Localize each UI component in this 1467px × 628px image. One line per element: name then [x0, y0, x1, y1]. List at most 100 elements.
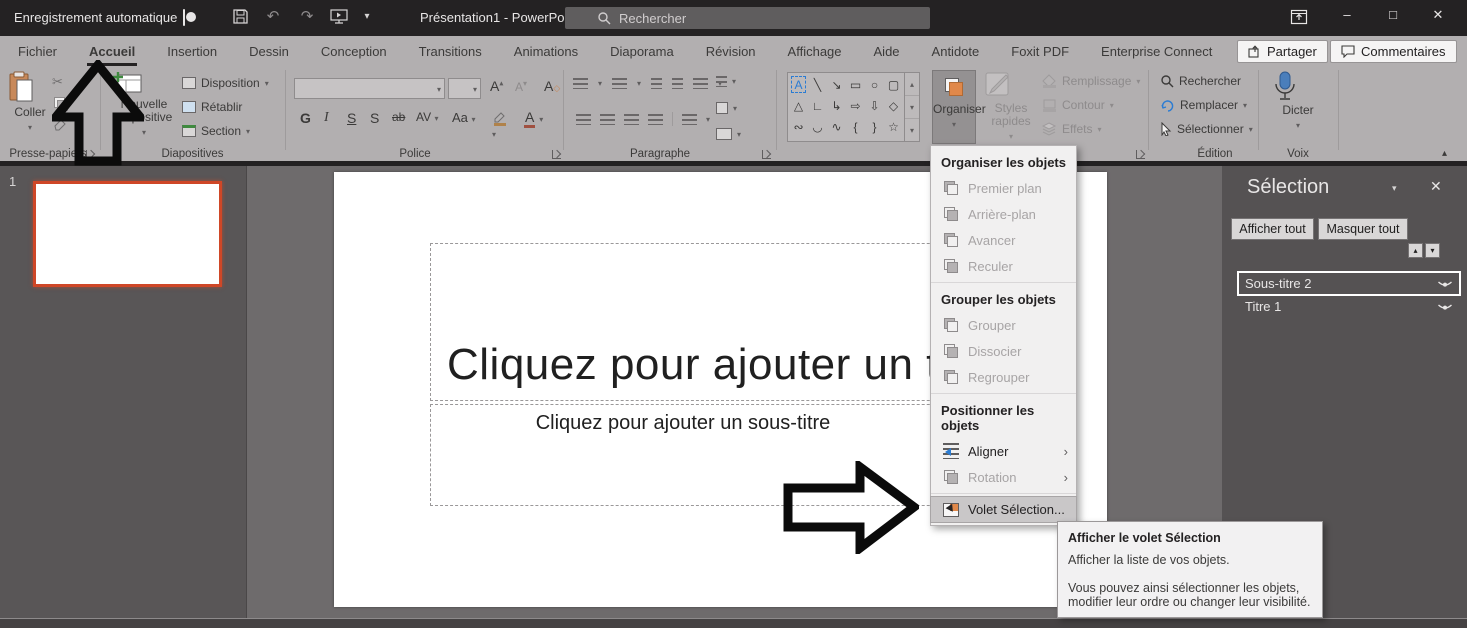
- scribble-shape[interactable]: ∾: [789, 116, 808, 137]
- drawing-dialog-launcher-icon[interactable]: [1136, 150, 1145, 159]
- tab-antidote[interactable]: Antidote: [916, 39, 996, 64]
- maximize-button[interactable]: □: [1383, 7, 1403, 22]
- menu-item-ungroup[interactable]: Dissocier: [931, 338, 1076, 364]
- line-shape[interactable]: ╲: [808, 74, 827, 95]
- tab-transitions[interactable]: Transitions: [403, 39, 498, 64]
- text-box-shape[interactable]: A: [789, 74, 808, 95]
- tab-animations[interactable]: Animations: [498, 39, 594, 64]
- arrange-button[interactable]: Organiser ▾: [932, 70, 976, 144]
- menu-item-align[interactable]: Aligner›: [931, 438, 1076, 464]
- ribbon-display-options-icon[interactable]: [1290, 8, 1308, 26]
- menu-item-bring-forward[interactable]: Avancer: [931, 227, 1076, 253]
- tab-foxit-pdf[interactable]: Foxit PDF: [995, 39, 1085, 64]
- quick-styles-button[interactable]: Styles rapides ▾: [984, 71, 1038, 142]
- tab-diaporama[interactable]: Diaporama: [594, 39, 690, 64]
- curve-shape[interactable]: ∿: [827, 116, 846, 137]
- replace-button[interactable]: Remplacer ▾: [1160, 98, 1247, 112]
- freeform-shape[interactable]: ◇: [884, 95, 903, 116]
- triangle-shape[interactable]: △: [789, 95, 808, 116]
- shape-outline-button[interactable]: Contour ▾: [1042, 98, 1114, 112]
- elbow-connector-shape[interactable]: ∟: [808, 95, 827, 116]
- tab-conception[interactable]: Conception: [305, 39, 403, 64]
- show-all-button[interactable]: Afficher tout: [1231, 218, 1314, 240]
- slide-thumbnail[interactable]: [33, 181, 222, 287]
- pane-close-icon[interactable]: ✕: [1430, 178, 1442, 195]
- start-slideshow-icon[interactable]: [330, 9, 348, 25]
- arc-shape[interactable]: ◡: [808, 116, 827, 137]
- tab-aide[interactable]: Aide: [858, 39, 916, 64]
- clear-formatting-button[interactable]: A◇: [540, 78, 564, 94]
- arrow-line-shape[interactable]: ↘: [827, 74, 846, 95]
- change-case-button[interactable]: Aa ▾: [448, 110, 480, 125]
- shapes-gallery-scrollbar[interactable]: ▴ ▾ ▾: [905, 72, 920, 142]
- paste-button[interactable]: Coller ▾: [8, 71, 52, 133]
- tab-enterprise-connect[interactable]: Enterprise Connect: [1085, 39, 1228, 64]
- close-button[interactable]: ✕: [1428, 7, 1448, 23]
- oval-shape[interactable]: ○: [865, 74, 884, 95]
- text-direction-button[interactable]: ▾: [716, 76, 736, 87]
- star-shape[interactable]: ☆: [884, 116, 903, 137]
- align-left-icon[interactable]: [576, 114, 591, 125]
- menu-item-group[interactable]: Grouper: [931, 312, 1076, 338]
- move-down-button[interactable]: ▾: [1425, 243, 1440, 258]
- quick-access-more-icon[interactable]: ▾: [358, 6, 376, 28]
- numbered-list-chevron-icon[interactable]: ▾: [637, 79, 641, 88]
- collapse-ribbon-icon[interactable]: ▴: [1442, 148, 1447, 159]
- bold-button[interactable]: G: [296, 110, 315, 126]
- character-spacing-button[interactable]: AV ▾: [412, 110, 442, 124]
- shape-fill-button[interactable]: Remplissage ▾: [1042, 74, 1140, 88]
- rounded-rectangle-shape[interactable]: ▢: [884, 74, 903, 95]
- select-button[interactable]: Sélectionner ▾: [1160, 122, 1253, 136]
- font-dialog-launcher-icon[interactable]: [552, 150, 561, 159]
- shapes-more-icon[interactable]: ▾: [905, 119, 919, 141]
- minimize-button[interactable]: –: [1337, 7, 1357, 22]
- increase-indent-icon[interactable]: [672, 78, 683, 89]
- font-color-button[interactable]: A ▾: [524, 109, 543, 125]
- align-right-icon[interactable]: [624, 114, 639, 125]
- visibility-eye-icon[interactable]: [1437, 279, 1453, 289]
- decrease-indent-icon[interactable]: [651, 78, 662, 89]
- paragraph-dialog-launcher-icon[interactable]: [762, 150, 771, 159]
- shadow-button[interactable]: S: [366, 110, 383, 126]
- menu-item-bring-to-front[interactable]: Premier plan: [931, 175, 1076, 201]
- font-size-combo[interactable]: ▾: [448, 78, 481, 99]
- menu-item-send-to-back[interactable]: Arrière-plan: [931, 201, 1076, 227]
- find-button[interactable]: Rechercher: [1160, 74, 1241, 88]
- down-arrow-shape[interactable]: ⇩: [865, 95, 884, 116]
- tab-insertion[interactable]: Insertion: [151, 39, 233, 64]
- autosave-toggle[interactable]: [183, 9, 185, 26]
- tab-dessin[interactable]: Dessin: [233, 39, 305, 64]
- comments-button[interactable]: Commentaires: [1330, 40, 1457, 63]
- menu-item-send-backward[interactable]: Reculer: [931, 253, 1076, 279]
- selection-item-titre[interactable]: Titre 1: [1239, 296, 1459, 317]
- shapes-scroll-up-icon[interactable]: ▴: [905, 73, 919, 96]
- layout-button[interactable]: Disposition ▾: [182, 76, 269, 90]
- bullet-list-icon[interactable]: [573, 78, 588, 89]
- menu-item-regroup[interactable]: Regrouper: [931, 364, 1076, 390]
- menu-item-rotation[interactable]: Rotation›: [931, 464, 1076, 490]
- line-spacing-icon[interactable]: [693, 78, 708, 89]
- shape-effects-button[interactable]: Effets ▾: [1042, 122, 1101, 136]
- shrink-font-button[interactable]: A▾: [511, 79, 531, 94]
- section-button[interactable]: Section ▾: [182, 124, 250, 138]
- grow-font-button[interactable]: A▴: [486, 78, 507, 94]
- right-brace-shape[interactable]: }: [865, 116, 884, 137]
- align-text-button[interactable]: ▾: [716, 102, 737, 114]
- move-up-button[interactable]: ▴: [1408, 243, 1423, 258]
- align-center-icon[interactable]: [600, 114, 615, 125]
- dictate-button[interactable]: Dicter ▾: [1274, 71, 1322, 131]
- bullet-list-chevron-icon[interactable]: ▾: [598, 79, 602, 88]
- left-brace-shape[interactable]: {: [846, 116, 865, 137]
- numbered-list-icon[interactable]: [612, 78, 627, 89]
- selection-item-sous-titre[interactable]: Sous-titre 2: [1239, 273, 1459, 294]
- redo-icon[interactable]: ↷: [296, 6, 318, 28]
- shapes-scroll-down-icon[interactable]: ▾: [905, 96, 919, 119]
- share-button[interactable]: Partager: [1237, 40, 1328, 63]
- save-icon[interactable]: [232, 8, 249, 25]
- convert-smartart-button[interactable]: ▾: [716, 128, 741, 140]
- tab-affichage[interactable]: Affichage: [772, 39, 858, 64]
- columns-icon[interactable]: [682, 114, 697, 125]
- tab-revision[interactable]: Révision: [690, 39, 772, 64]
- search-box[interactable]: Rechercher: [565, 7, 930, 29]
- underline-button[interactable]: S: [343, 110, 360, 126]
